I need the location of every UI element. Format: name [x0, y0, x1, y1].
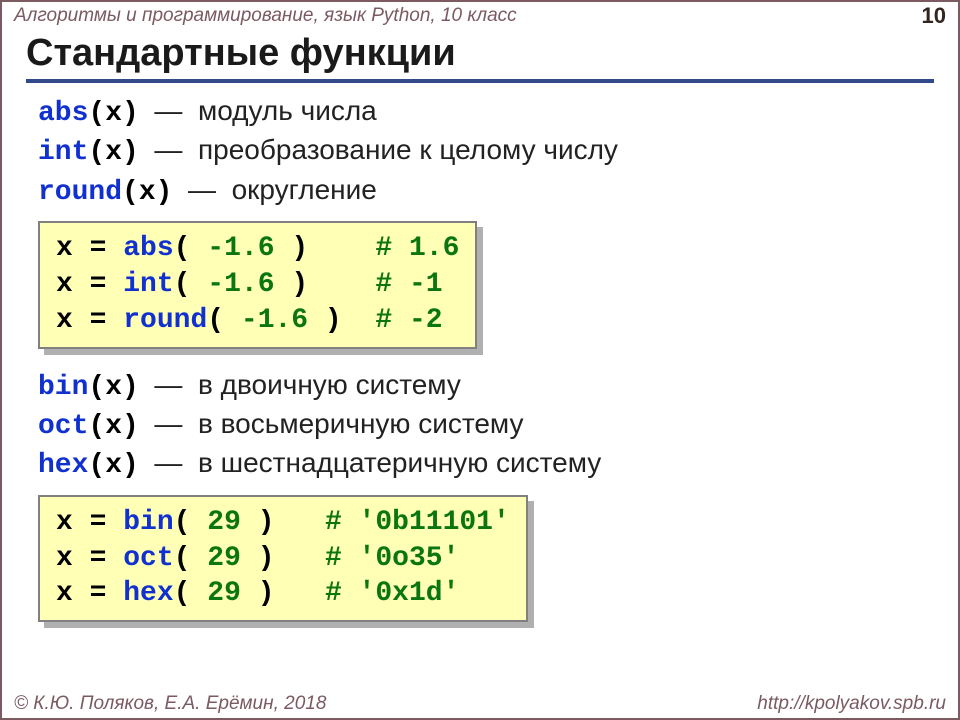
fn-name: round: [38, 177, 122, 208]
def-bin: bin(x) — в двоичную систему: [38, 367, 934, 406]
desc: преобразование к целому числу: [198, 134, 618, 165]
desc: в шестнадцатеричную систему: [198, 447, 601, 478]
def-abs: abs(x) — модуль числа: [38, 93, 934, 132]
fn-name: int: [38, 137, 88, 168]
code-block-1: x = abs( -1.6 ) # 1.6 x = int( -1.6 ) # …: [38, 221, 477, 348]
fn-arg: (x): [88, 98, 138, 129]
fn-arg: (x): [122, 177, 172, 208]
footer-bar: © К.Ю. Поляков, Е.А. Ерёмин, 2018 http:/…: [2, 692, 958, 718]
slide-title: Стандартные функции: [26, 32, 934, 83]
fn-arg: (x): [88, 372, 138, 403]
desc: округление: [232, 174, 377, 205]
def-round: round(x) — округление: [38, 172, 934, 211]
fn-name: hex: [38, 450, 88, 481]
def-int: int(x) — преобразование к целому числу: [38, 132, 934, 171]
code-line: x = int( -1.6 ) # -1: [56, 267, 459, 303]
fn-arg: (x): [88, 411, 138, 442]
footer-left: © К.Ю. Поляков, Е.А. Ерёмин, 2018: [14, 693, 326, 715]
fn-name: bin: [38, 372, 88, 403]
code-line: x = abs( -1.6 ) # 1.6: [56, 231, 459, 267]
code-line: x = hex( 29 ) # '0x1d': [56, 576, 510, 612]
slide-body: Стандартные функции abs(x) — модуль числ…: [26, 32, 934, 690]
dash: —: [154, 447, 182, 478]
header-bar: Алгоритмы и программирование, язык Pytho…: [2, 2, 958, 28]
desc: модуль числа: [198, 95, 377, 126]
dash: —: [154, 408, 182, 439]
footer-right: http://kpolyakov.spb.ru: [757, 693, 946, 715]
code-line: x = bin( 29 ) # '0b11101': [56, 505, 510, 541]
fn-name: oct: [38, 411, 88, 442]
code-line: x = round( -1.6 ) # -2: [56, 303, 459, 339]
definitions-2: bin(x) — в двоичную систему oct(x) — в в…: [38, 367, 934, 485]
page-number: 10: [922, 3, 946, 29]
dash: —: [188, 174, 216, 205]
code-line: x = oct( 29 ) # '0o35': [56, 541, 510, 577]
dash: —: [154, 95, 182, 126]
desc: в восьмеричную систему: [198, 408, 524, 439]
dash: —: [154, 134, 182, 165]
def-oct: oct(x) — в восьмеричную систему: [38, 406, 934, 445]
dash: —: [154, 369, 182, 400]
fn-arg: (x): [88, 450, 138, 481]
definitions-1: abs(x) — модуль числа int(x) — преобразо…: [38, 93, 934, 211]
header-left: Алгоритмы и программирование, язык Pytho…: [14, 5, 517, 27]
fn-arg: (x): [88, 137, 138, 168]
fn-name: abs: [38, 98, 88, 129]
code-block-2: x = bin( 29 ) # '0b11101' x = oct( 29 ) …: [38, 495, 528, 622]
def-hex: hex(x) — в шестнадцатеричную систему: [38, 445, 934, 484]
desc: в двоичную систему: [198, 369, 461, 400]
